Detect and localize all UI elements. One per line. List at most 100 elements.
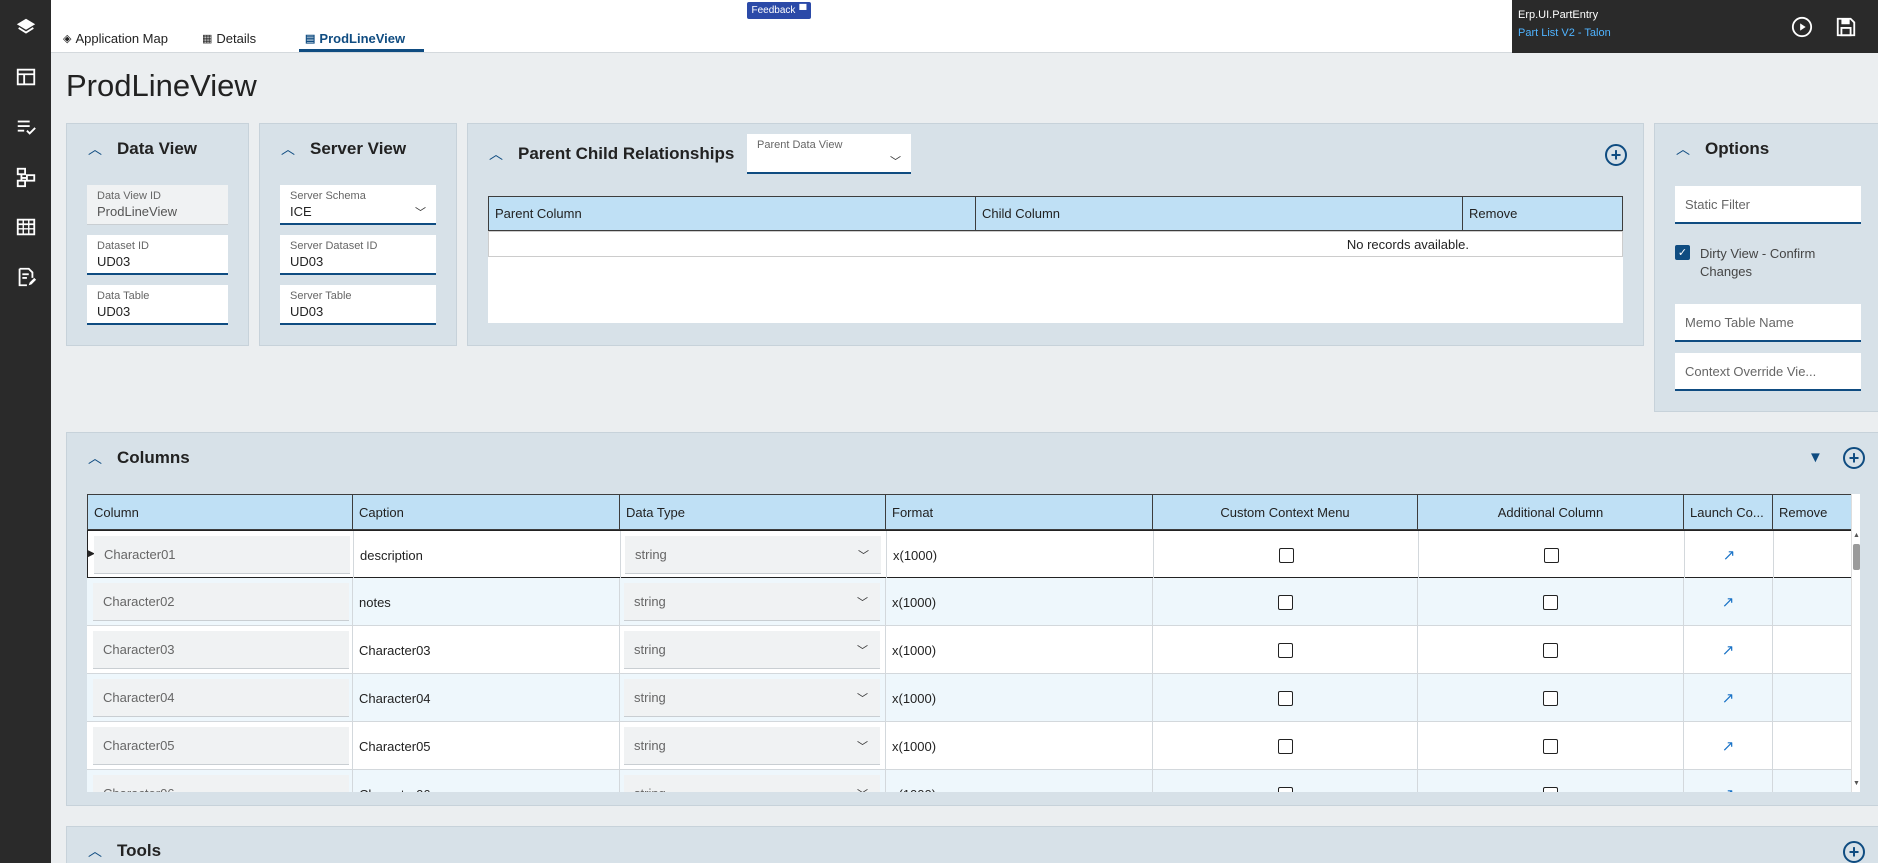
checkbox-checked-icon[interactable]: ✓ — [1675, 245, 1690, 260]
add-relationship-icon[interactable]: + — [1605, 144, 1627, 166]
additional-column-checkbox[interactable] — [1543, 786, 1558, 792]
save-icon[interactable] — [1834, 15, 1858, 39]
custom-context-menu-checkbox[interactable] — [1277, 594, 1293, 610]
data-table-field[interactable]: Data Table UD03 — [87, 285, 228, 325]
table-row[interactable]: Character03 Character03 string ﹀ x(1000) ↗ — [87, 626, 1852, 674]
panel-header[interactable]: ︿ Data View — [67, 124, 248, 174]
remove-cell[interactable] — [1773, 578, 1852, 626]
launch-external-icon[interactable]: ↗ — [1722, 593, 1735, 611]
additional-column-checkbox[interactable] — [1543, 738, 1558, 754]
layer-name[interactable]: Part List V2 - Talon — [1518, 27, 1611, 39]
column-name-input[interactable]: Character04 — [93, 679, 349, 717]
server-dataset-id-field[interactable]: Server Dataset ID UD03 — [280, 235, 436, 275]
play-icon[interactable] — [1790, 15, 1814, 39]
memo-table-name-input[interactable]: Memo Table Name — [1675, 304, 1861, 342]
column-header[interactable]: Caption — [353, 494, 620, 530]
chevron-up-icon[interactable]: ︿ — [85, 448, 105, 468]
add-tool-icon[interactable]: + — [1843, 841, 1865, 863]
column-name-input[interactable]: Character06 — [93, 775, 349, 792]
column-header[interactable]: Additional Column — [1418, 494, 1684, 530]
column-header[interactable]: Column — [87, 494, 353, 530]
format-cell[interactable]: x(1000) — [886, 578, 1153, 626]
scroll-down-icon[interactable]: ▼ — [1853, 780, 1860, 787]
dirty-view-checkbox[interactable]: ✓ Dirty View - Confirm Changes — [1675, 245, 1840, 281]
remove-cell[interactable] — [1773, 770, 1852, 792]
custom-context-menu-checkbox[interactable] — [1278, 547, 1294, 563]
column-name-input[interactable]: Character05 — [93, 727, 349, 765]
layout-icon[interactable] — [13, 64, 38, 89]
scroll-up-icon[interactable]: ▲ — [1853, 532, 1860, 539]
table-row[interactable]: Character06Character06 string ﹀ x(1000) ↗ — [87, 770, 1852, 792]
panel-header[interactable]: ︿ Server View — [260, 124, 456, 174]
panel-header[interactable]: ︿ Columns — [67, 433, 1878, 483]
column-name-input[interactable]: Character01 — [94, 536, 350, 574]
chevron-down-icon[interactable]: ﹀ — [857, 738, 868, 754]
caption-cell[interactable]: Character03 — [353, 626, 620, 674]
hierarchy-icon[interactable] — [13, 164, 38, 189]
remove-cell[interactable] — [1773, 674, 1852, 722]
format-cell[interactable]: x(1000) — [886, 770, 1153, 792]
parent-data-view-select[interactable]: Parent Data View ﹀ — [747, 134, 911, 174]
chevron-up-icon[interactable]: ︿ — [85, 139, 105, 159]
column-header[interactable]: Data Type — [620, 494, 886, 530]
data-type-select[interactable]: string ﹀ — [624, 631, 880, 669]
format-cell[interactable]: x(1000) — [886, 626, 1153, 674]
chevron-down-icon[interactable]: ﹀ — [857, 786, 868, 793]
scrollbar-thumb[interactable] — [1853, 544, 1860, 570]
data-type-select[interactable]: string ﹀ — [624, 583, 880, 621]
checklist-icon[interactable] — [13, 114, 38, 139]
column-header[interactable]: Format — [886, 494, 1153, 530]
data-type-select[interactable]: string ﹀ — [624, 679, 880, 717]
grid-scrollbar[interactable]: ▲ ▼ — [1851, 494, 1860, 792]
caption-cell[interactable]: Character04 — [353, 674, 620, 722]
caption-cell[interactable]: notes — [353, 578, 620, 626]
column-name-input[interactable]: Character02 — [93, 583, 349, 621]
caption-cell[interactable]: Character05 — [353, 722, 620, 770]
layers-icon[interactable] — [13, 14, 38, 39]
custom-context-menu-checkbox[interactable] — [1277, 642, 1293, 658]
chevron-down-icon[interactable]: ﹀ — [857, 642, 868, 658]
additional-column-checkbox[interactable] — [1543, 594, 1558, 610]
chevron-down-icon[interactable]: ﹀ — [890, 153, 901, 169]
chevron-up-icon[interactable]: ︿ — [85, 841, 105, 861]
remove-cell[interactable] — [1774, 531, 1853, 579]
filter-icon[interactable]: ▼ — [1808, 449, 1823, 466]
static-filter-input[interactable]: Static Filter — [1675, 186, 1861, 224]
custom-context-menu-checkbox[interactable] — [1277, 786, 1293, 792]
column-header[interactable]: Remove — [1463, 197, 1622, 230]
chevron-down-icon[interactable]: ﹀ — [415, 204, 426, 220]
table-row[interactable]: ▶ Character01 description string ﹀ x(1000) ↗ — [87, 530, 1853, 579]
table-row[interactable]: Character02 notes string ﹀ x(1000) ↗ — [87, 578, 1852, 626]
tab-prodlineview[interactable]: ▤ ProdLineView — [305, 28, 405, 48]
caption-cell[interactable]: Character06 — [353, 770, 620, 792]
panel-header[interactable]: ︿ Tools — [67, 827, 1878, 863]
launch-external-icon[interactable]: ↗ — [1722, 641, 1735, 659]
table-row[interactable]: Character05 Character05 string ﹀ x(1000) ↗ — [87, 722, 1852, 770]
remove-cell[interactable] — [1773, 626, 1852, 674]
column-name-input[interactable]: Character03 — [93, 631, 349, 669]
table-icon[interactable] — [13, 214, 38, 239]
tab-details[interactable]: ▦ Details — [202, 28, 256, 48]
additional-column-checkbox[interactable] — [1544, 547, 1559, 563]
column-header[interactable]: Launch Co... — [1684, 494, 1773, 530]
additional-column-checkbox[interactable] — [1543, 642, 1558, 658]
data-view-id-field[interactable]: Data View ID ProdLineView — [87, 185, 228, 225]
context-override-input[interactable]: Context Override Vie... — [1675, 353, 1861, 391]
column-header[interactable]: Custom Context Menu — [1153, 494, 1418, 530]
format-cell[interactable]: x(1000) — [886, 674, 1153, 722]
panel-header[interactable]: ︿ Parent Child Relationships — [468, 124, 1643, 184]
dataset-id-field[interactable]: Dataset ID UD03 — [87, 235, 228, 275]
chevron-up-icon[interactable]: ︿ — [486, 144, 506, 164]
data-type-select[interactable]: string ﹀ — [624, 727, 880, 765]
chevron-up-icon[interactable]: ︿ — [278, 139, 298, 159]
custom-context-menu-checkbox[interactable] — [1277, 690, 1293, 706]
add-column-icon[interactable]: + — [1843, 447, 1865, 469]
remove-cell[interactable] — [1773, 722, 1852, 770]
launch-external-icon[interactable]: ↗ — [1722, 737, 1735, 755]
custom-context-menu-checkbox[interactable] — [1277, 738, 1293, 754]
caption-cell[interactable]: description — [354, 531, 621, 579]
column-header[interactable]: Remove — [1773, 494, 1852, 530]
tab-application-map[interactable]: ◈ Application Map — [63, 28, 168, 48]
chevron-down-icon[interactable]: ﹀ — [858, 547, 869, 563]
launch-external-icon[interactable]: ↗ — [1722, 689, 1735, 707]
